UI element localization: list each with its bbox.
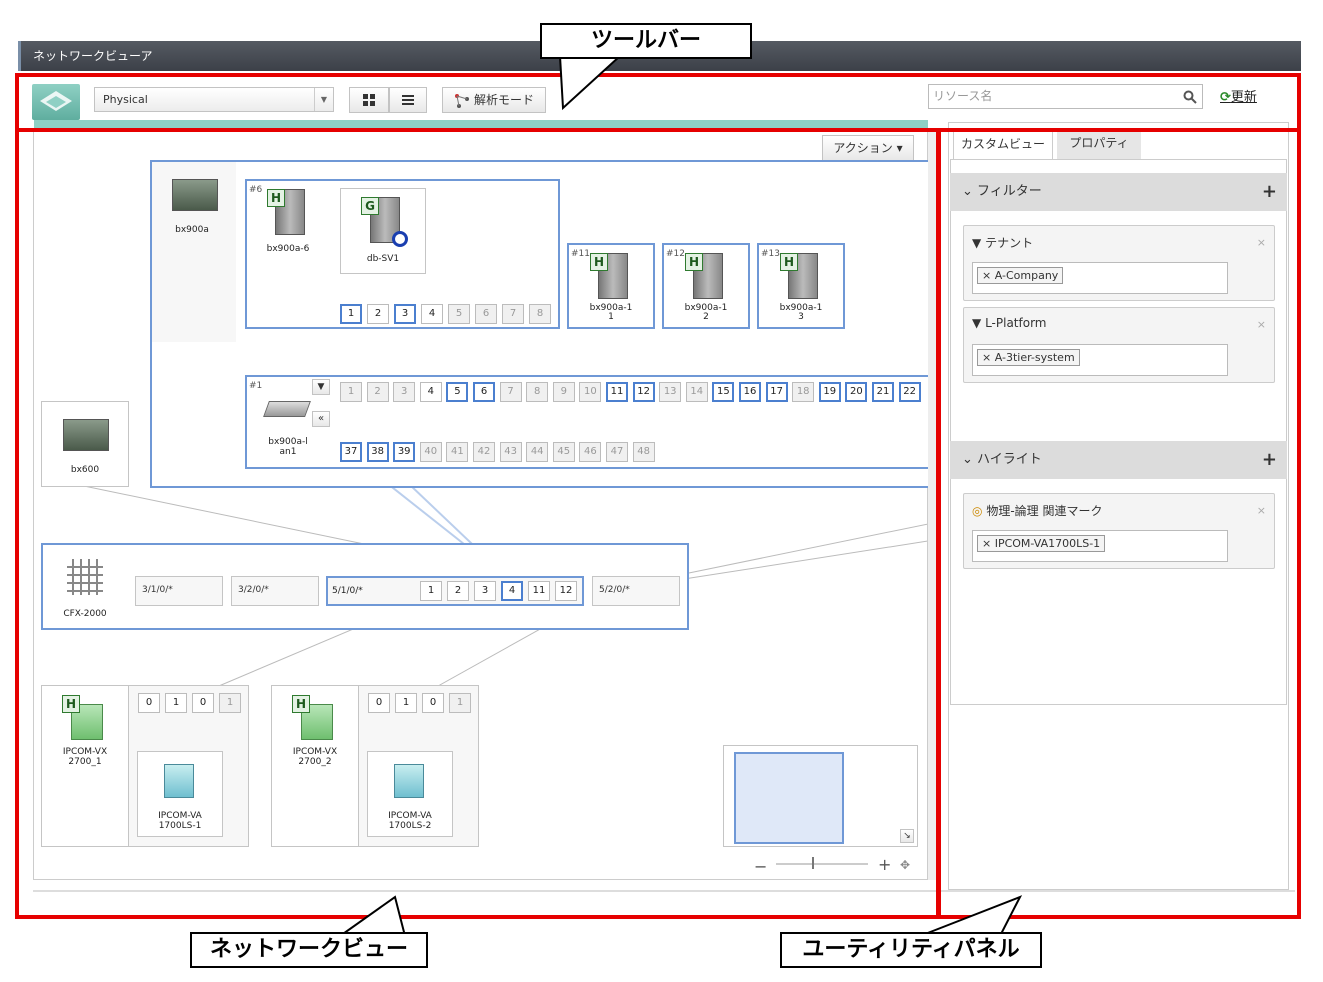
callout-pointers: [336, 55, 1023, 937]
callout-utility-panel: ユーティリティパネル: [780, 932, 1042, 968]
callout-network-view: ネットワークビュー: [190, 932, 428, 968]
callout-toolbar: ツールバー: [540, 23, 752, 59]
